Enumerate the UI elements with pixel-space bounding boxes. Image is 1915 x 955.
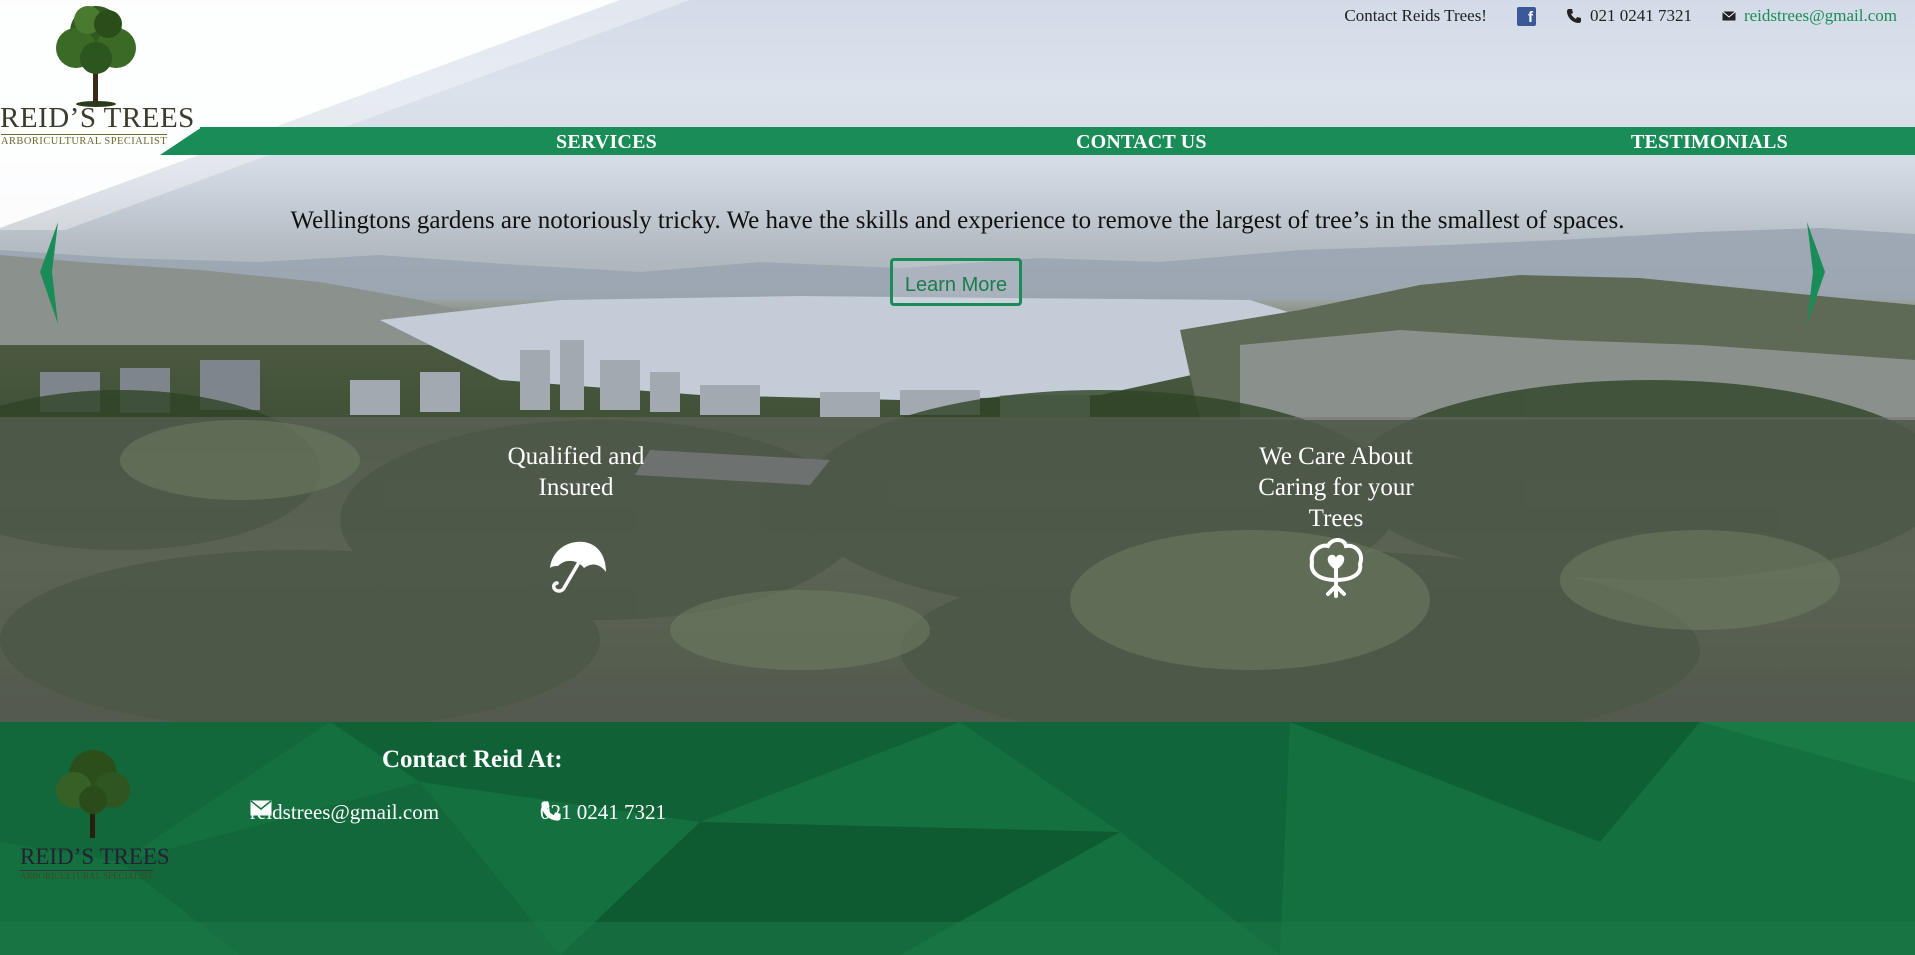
feature-care-line1: We Care About [1259, 443, 1413, 470]
features-overlay [0, 417, 1915, 722]
nav-slant-decoration [160, 127, 202, 155]
footer: REID’S TREES ARBORICULTURAL SPECIALIST C… [0, 722, 1915, 955]
tree-heart-icon [1309, 538, 1363, 598]
feature-care-line2: Caring for your [1258, 474, 1414, 501]
slider-tagline: Wellingtons gardens are notoriously tric… [290, 207, 1625, 234]
footer-phone[interactable]: 021 0241 7321 [540, 800, 666, 825]
feature-qualified-line1: Qualified and [507, 443, 645, 470]
hero-section [0, 0, 1915, 722]
phone-number: 021 0241 7321 [1589, 6, 1692, 25]
page: Contact Reids Trees! f 021 0241 7321 rei… [0, 0, 1915, 955]
envelope-icon [1722, 11, 1736, 21]
facebook-link[interactable]: f [1516, 6, 1536, 26]
learn-more-button[interactable]: Learn More [890, 258, 1022, 306]
arrow-right-icon[interactable] [1803, 222, 1827, 324]
footer-polygon-background [0, 722, 1915, 955]
footer-tree-logo-icon [56, 750, 130, 838]
umbrella-icon [550, 541, 606, 593]
phone-icon [1566, 9, 1581, 23]
facebook-icon[interactable]: f [1516, 6, 1536, 26]
footer-title: Contact Reid At: [382, 746, 563, 773]
nav-contact-us[interactable]: CONTACT US [1076, 131, 1207, 154]
contact-label: Contact Reids Trees! [1344, 6, 1487, 25]
footer-logo-name: REID’S TREES [20, 844, 170, 869]
top-contact-bar: Contact Reids Trees! f 021 0241 7321 rei… [1314, 6, 1897, 26]
logo-subtitle: ARBORICULTURAL SPECIALIST [1, 134, 168, 147]
phone-icon [541, 801, 561, 821]
nav-testimonials[interactable]: TESTIMONIALS [1631, 131, 1788, 154]
feature-qualified-title: Qualified and Insured [476, 441, 676, 503]
feature-care-line3: Trees [1308, 505, 1364, 532]
phone-link[interactable]: 021 0241 7321 [1566, 6, 1692, 26]
feature-care-title: We Care About Caring for your Trees [1236, 441, 1436, 534]
email-link[interactable]: reidstrees@gmail.com [1722, 6, 1897, 26]
footer-logo-subtitle: ARBORICULTURAL SPECIALIST [20, 870, 154, 881]
footer-email-address[interactable]: reidstrees@gmail.com [250, 800, 439, 825]
envelope-icon [250, 800, 272, 816]
arrow-left-icon[interactable] [38, 222, 62, 324]
feature-qualified-line2: Insured [538, 474, 614, 501]
tree-logo-icon [56, 6, 136, 107]
nav-services[interactable]: SERVICES [556, 131, 657, 154]
footer-email[interactable]: reidstrees@gmail.com [250, 800, 439, 825]
email-address[interactable]: reidstrees@gmail.com [1744, 6, 1897, 26]
